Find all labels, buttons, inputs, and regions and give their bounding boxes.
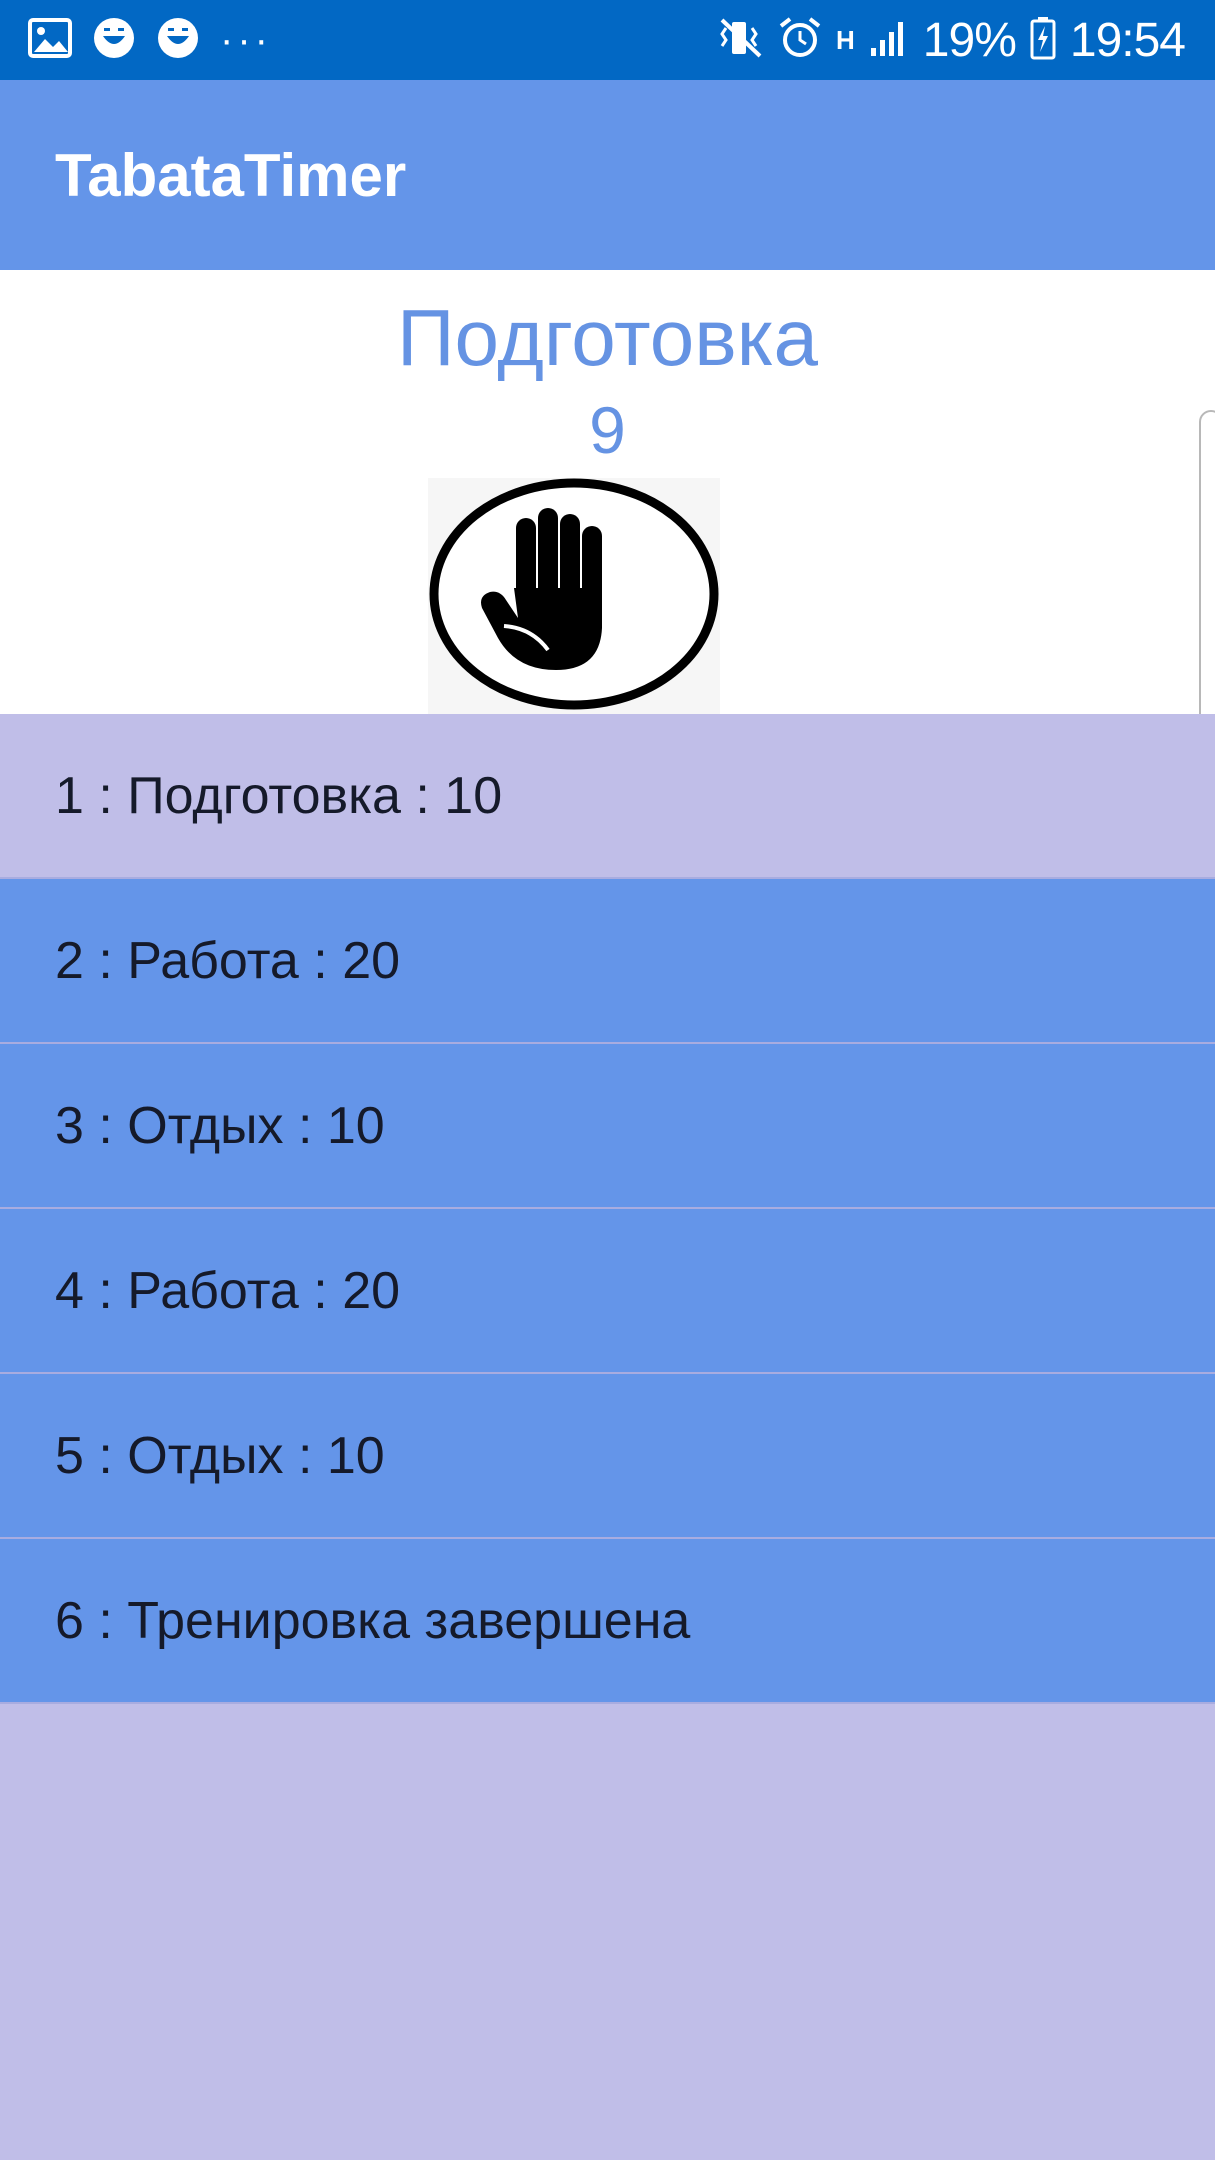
interval-row[interactable]: 2 : Работа : 20 [0,879,1215,1044]
notification-icons: ··· [28,16,292,65]
system-icons: H 19% 19:54 [704,13,1186,68]
interval-row[interactable]: 5 : Отдых : 10 [0,1374,1215,1539]
countdown-value: 9 [589,393,626,467]
clock: 19:54 [1069,13,1186,67]
gallery-icon [28,17,72,63]
interval-label: 5 : Отдых : 10 [55,1426,385,1485]
interval-list: 1 : Подготовка : 10 2 : Работа : 20 3 : От… [0,714,1215,1704]
interval-row[interactable]: 3 : Отдых : 10 [0,1044,1215,1209]
signal-icon [869,18,909,63]
interval-label: 1 : Подготовка : 10 [55,766,503,825]
app-title: TabataTimer [55,141,407,209]
interval-row[interactable]: 1 : Подготовка : 10 [0,714,1215,879]
battery-percent: 19% [922,13,1017,67]
app-bar: TabataTimer [0,80,1215,270]
alarm-icon [778,16,822,65]
interval-label: 6 : Тренировка завершена [55,1591,691,1650]
interval-row[interactable]: 6 : Тренировка завершена [0,1539,1215,1704]
status-bar: ··· H 19% 19:54 [0,0,1215,80]
smiley-icon [92,16,136,65]
smiley-icon [156,16,200,65]
network-type-label: H [836,25,855,55]
interval-row[interactable]: 4 : Работа : 20 [0,1209,1215,1374]
current-phase-panel: Подготовка 9 [0,270,1215,714]
interval-label: 4 : Работа : 20 [55,1261,401,1320]
current-phase-name: Подготовка [396,293,819,382]
vibrate-icon [718,16,764,65]
stop-hand-icon [428,478,720,714]
battery-icon [1030,16,1056,65]
interval-label: 2 : Работа : 20 [55,931,401,990]
interval-label: 3 : Отдых : 10 [55,1096,385,1155]
more-notifications-icon: ··· [220,18,272,62]
network-type-icon: H [836,27,855,53]
